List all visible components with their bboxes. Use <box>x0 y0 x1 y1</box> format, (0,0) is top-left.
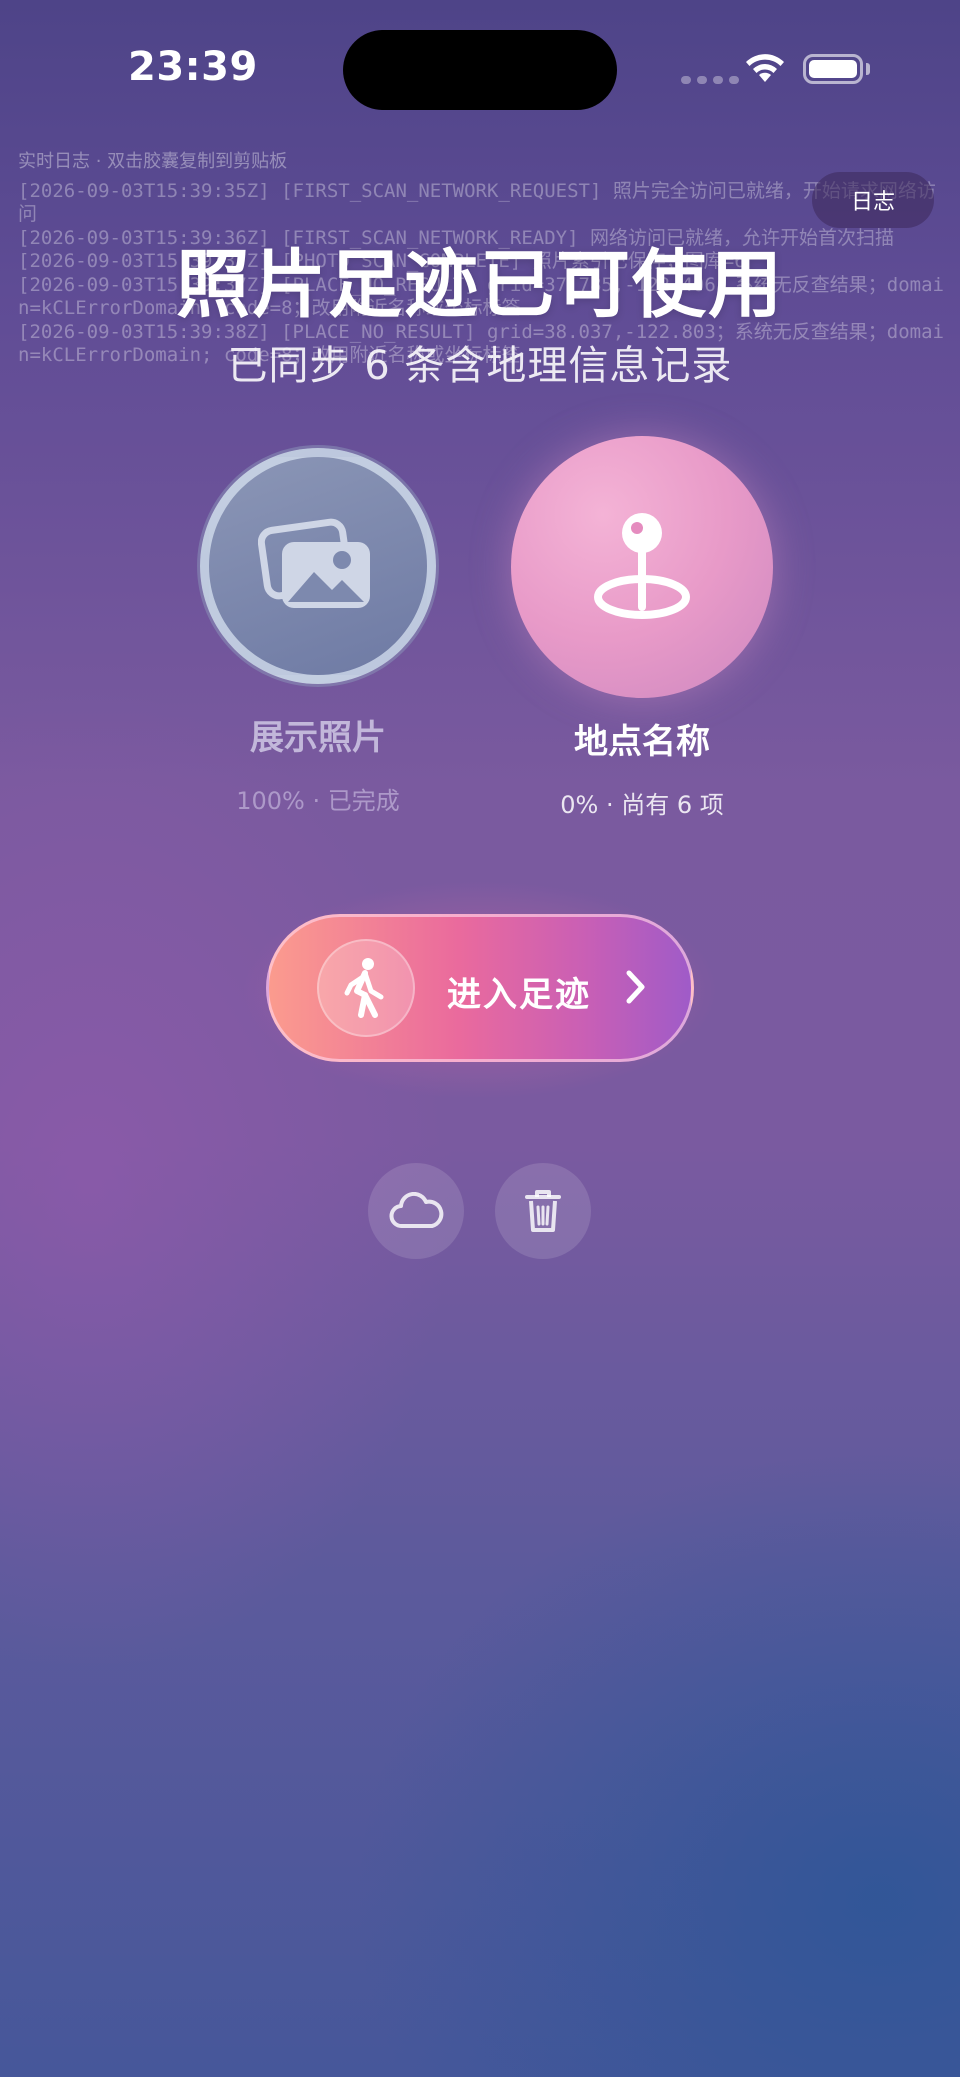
photos-progress-circle <box>200 448 436 684</box>
dynamic-island <box>343 30 617 110</box>
photos-stack-icon <box>258 518 370 608</box>
chevron-right-icon <box>626 970 645 1004</box>
step-places: 地点名称 0% · 尚有 6 项 <box>492 436 792 820</box>
wifi-icon <box>746 54 784 82</box>
cloud-sync-button[interactable] <box>368 1163 464 1259</box>
battery-tip <box>866 63 870 75</box>
delete-button[interactable] <box>495 1163 591 1259</box>
page-subtitle: 已同步 6 条含地理信息记录 <box>227 343 733 389</box>
log-button[interactable]: 日志 <box>812 172 934 228</box>
step-photos-label: 展示照片 <box>250 718 386 758</box>
step-photos-status: 100% · 已完成 <box>236 787 400 815</box>
trash-icon <box>525 1190 561 1232</box>
status-time: 23:39 <box>128 44 258 90</box>
page-title: 照片足迹已可使用 <box>176 242 784 328</box>
cellular-signal-icon <box>681 76 739 84</box>
walking-person-icon <box>344 958 384 1018</box>
log-hint: 实时日志 · 双击胶囊复制到剪贴板 <box>18 151 288 172</box>
cta-icon-badge <box>317 939 415 1037</box>
enter-footprints-label: 进入足迹 <box>447 975 591 1015</box>
cloud-icon <box>389 1192 444 1228</box>
battery-icon <box>803 54 863 84</box>
step-places-status: 0% · 尚有 6 项 <box>560 791 724 819</box>
location-pin-icon <box>594 513 690 619</box>
places-progress-circle <box>511 436 773 698</box>
step-photos: 展示照片 100% · 已完成 <box>168 448 468 816</box>
enter-footprints-button[interactable]: 进入足迹 <box>266 914 694 1062</box>
log-line: [2026-09-03T15:39:35Z] [FIRST_SCAN_NETWO… <box>18 179 936 226</box>
step-places-label: 地点名称 <box>574 722 710 762</box>
